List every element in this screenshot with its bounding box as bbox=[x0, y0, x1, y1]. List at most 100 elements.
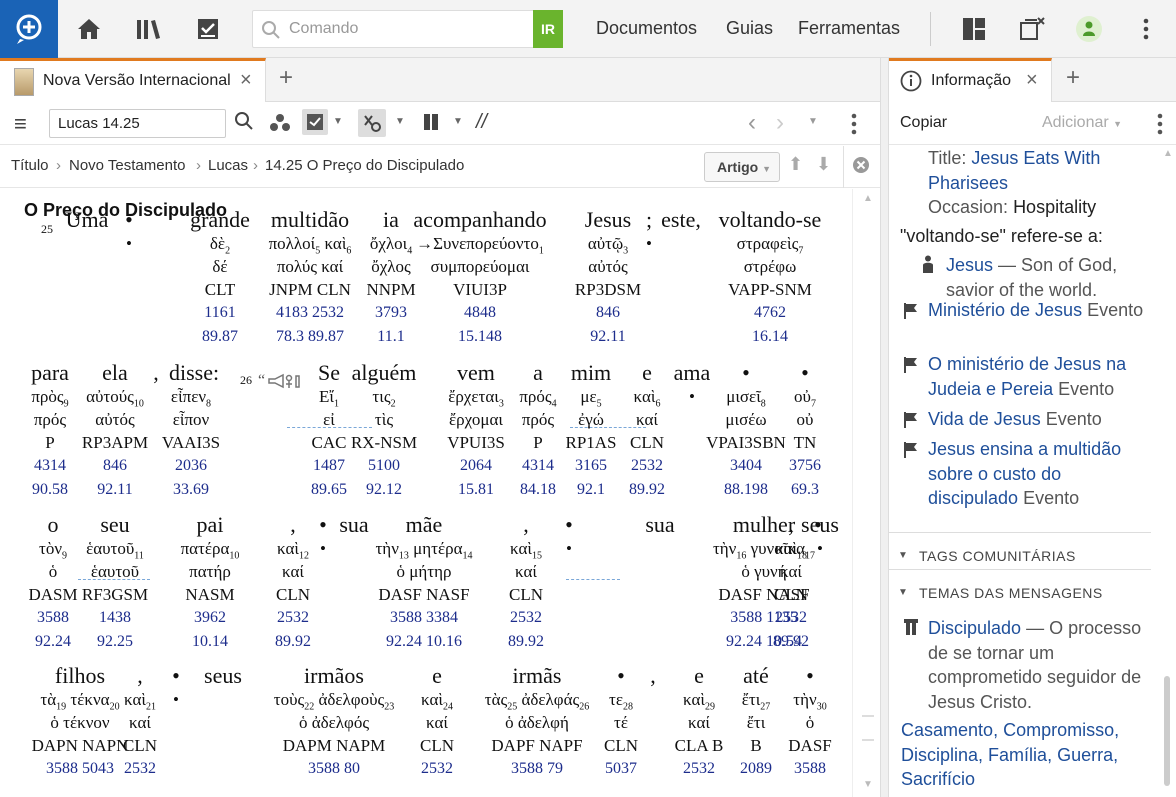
panel-menu-icon[interactable]: ≡ bbox=[14, 111, 27, 137]
add-tab-icon[interactable]: + bbox=[279, 64, 293, 92]
logos-logo-icon[interactable] bbox=[0, 0, 58, 58]
visual-filter-icon[interactable] bbox=[302, 109, 328, 135]
theme-tag-link[interactable]: Guerra bbox=[1057, 745, 1113, 765]
person-link[interactable]: Jesus bbox=[946, 255, 993, 275]
home-icon[interactable] bbox=[74, 14, 104, 44]
interlinear-word[interactable]: • • bbox=[565, 512, 573, 562]
interlinear-word[interactable]: : bbox=[213, 360, 219, 410]
breadcrumb-item[interactable]: Título bbox=[11, 157, 49, 174]
arrow-up-icon[interactable]: ⬆ bbox=[788, 154, 803, 175]
interlinear-word[interactable]: , bbox=[153, 360, 159, 410]
parallel-resources-icon[interactable] bbox=[269, 113, 291, 138]
theme-tag-link[interactable]: Disciplina bbox=[901, 745, 978, 765]
add-button[interactable]: Adicionar ▼ bbox=[1042, 114, 1122, 132]
theme-tag-link[interactable]: Sacrifício bbox=[901, 769, 975, 789]
interlinear-word[interactable]: e καὶ24 καί CLN 2532 bbox=[420, 663, 454, 784]
tab-informacao[interactable]: Informação × bbox=[889, 58, 1052, 102]
library-icon[interactable] bbox=[134, 14, 164, 44]
scroll-thumb[interactable] bbox=[862, 715, 874, 741]
interlinear-word[interactable]: até ἔτι27 ἔτι B 2089 bbox=[740, 663, 772, 784]
interlinear-word[interactable]: • • bbox=[319, 512, 327, 562]
interlinear-word[interactable]: Uma bbox=[66, 207, 109, 257]
interlinear-word[interactable]: • τὴν30 ὁ DASF 3588 bbox=[788, 663, 831, 784]
copy-button[interactable]: Copiar bbox=[900, 114, 947, 132]
message-themes-header[interactable]: ▼ TEMAS DAS MENSAGENS bbox=[889, 569, 1151, 605]
interlinear-word[interactable]: grande δὲ2 δέ CLT 1161 89.87 bbox=[190, 207, 250, 352]
tab-nova-versao[interactable]: Nova Versão Internacional × bbox=[0, 58, 266, 102]
interlinear-word[interactable]: para πρὸς9 πρός P 4314 90.58 bbox=[31, 360, 69, 505]
panel-splitter[interactable] bbox=[880, 58, 889, 797]
interlinear-word[interactable]: o τὸν9 ὁ DASM 3588 92.24 bbox=[28, 512, 77, 657]
menu-ferramentas[interactable]: Ferramentas bbox=[798, 18, 900, 39]
article-dropdown[interactable]: Artigo ▼ bbox=[704, 152, 780, 182]
interlinear-word[interactable]: mãe τὴν13 μητέρα14 ὁ μήτηρ DASF NASF 3588 33… bbox=[375, 512, 472, 657]
interlinear-word[interactable]: , bbox=[650, 663, 656, 713]
interlinear-word[interactable]: • τε28 τέ CLN 5037 bbox=[604, 663, 638, 784]
user-avatar-icon[interactable] bbox=[1076, 16, 1102, 42]
search-icon[interactable] bbox=[234, 111, 254, 136]
interlinear-word[interactable]: irmãos τοὺς22 ἀδελφοὺς23 ὁ ἀδελφός DAPM NAP… bbox=[274, 663, 395, 784]
interlinear-word[interactable]: seus • bbox=[801, 512, 839, 562]
info-scrollbar[interactable]: ▲ bbox=[1159, 146, 1176, 797]
history-chevron-icon[interactable]: ▼ bbox=[808, 116, 818, 127]
menu-documentos[interactable]: Documentos bbox=[596, 18, 697, 39]
interlinear-word[interactable]: ama • bbox=[674, 360, 711, 410]
interlinear-icon[interactable] bbox=[358, 109, 386, 137]
interlinear-word[interactable]: ela αὐτούς10 αὐτός RP3APM 846 92.11 bbox=[82, 360, 148, 505]
text-parallel-icon[interactable]: // bbox=[476, 111, 487, 134]
interlinear-word[interactable]: • οὐ7 οὐ TN 3756 69.3 bbox=[789, 360, 821, 505]
layouts-icon[interactable] bbox=[959, 14, 989, 44]
theme-tag-link[interactable]: Compromisso bbox=[1003, 720, 1114, 740]
interlinear-word[interactable]: Se Εἴ1 εἰ CAC 1487 89.65 bbox=[311, 360, 347, 505]
interlinear-word[interactable]: acompanhando →Συνεπορεύοντο1 συμπορεύομαι V… bbox=[413, 207, 546, 352]
chevron-down-icon[interactable]: ▼ bbox=[395, 116, 405, 127]
breadcrumb-item[interactable]: 14.25 O Preço do Discipulado bbox=[265, 157, 464, 174]
interlinear-word[interactable]: • • bbox=[172, 663, 180, 713]
interlinear-word[interactable]: seu ἑαυτοῦ11 ἑαυτοῦ RF3GSM 1438 92.25 bbox=[82, 512, 148, 657]
interlinear-word[interactable]: e καὶ6 καί CLN 2532 89.92 bbox=[629, 360, 665, 505]
interlinear-word[interactable]: • μισεῖ8 μισέω VPAI3SBN 3404 88.198 bbox=[706, 360, 786, 505]
speaker-icon[interactable] bbox=[267, 373, 303, 396]
interlinear-word[interactable]: irmãs τὰς25 ἀδελφάς26 ὁ ἀδελφή DAPF NAPF 358… bbox=[485, 663, 589, 784]
breadcrumb-item[interactable]: Novo Testamento bbox=[69, 157, 185, 174]
scroll-thumb[interactable] bbox=[1164, 676, 1170, 786]
reference-input[interactable] bbox=[49, 109, 226, 138]
interlinear-word[interactable]: ia ὄχλοι4 ὄχλος NNPM 3793 11.1 bbox=[366, 207, 415, 352]
interlinear-word[interactable]: vem ἔρχεται3 ἔρχομαι VPUI3S 2064 15.81 bbox=[447, 360, 505, 505]
community-tags-header[interactable]: ▼ TAGS COMUNITÁRIAS bbox=[889, 532, 1151, 568]
chevron-down-icon[interactable]: ▼ bbox=[333, 116, 343, 127]
close-icon[interactable]: × bbox=[240, 69, 252, 92]
interlinear-word[interactable]: voltando-se στραφεὶς7 στρέφω VAPP-SNM 4762 16… bbox=[719, 207, 822, 352]
add-tab-icon[interactable]: + bbox=[1066, 64, 1080, 92]
interlinear-word[interactable]: ; • bbox=[646, 207, 652, 257]
event-link[interactable]: Ministério de Jesus bbox=[928, 300, 1082, 320]
interlinear-word[interactable]: a πρός4 πρός P 4314 84.18 bbox=[519, 360, 556, 505]
event-link[interactable]: Vida de Jesus bbox=[928, 409, 1041, 429]
interlinear-word[interactable]: alguém τις2 τὶς RX-NSM 5100 92.12 bbox=[351, 360, 417, 505]
interlinear-word[interactable]: e καὶ29 καί CLA B 2532 bbox=[675, 663, 724, 784]
close-panels-icon[interactable] bbox=[1017, 14, 1047, 44]
theme-tag-link[interactable]: Família bbox=[988, 745, 1047, 765]
interlinear-word[interactable]: multidão πολλοί5 καὶ6 πολύς καί JNPM CLN 418… bbox=[269, 207, 352, 352]
clear-icon[interactable] bbox=[852, 156, 870, 178]
checklist-icon[interactable] bbox=[193, 14, 223, 44]
panel-more-icon[interactable] bbox=[851, 113, 857, 140]
columns-icon[interactable] bbox=[423, 113, 439, 136]
interlinear-word[interactable]: filhos τὰ19 τέκνα20 ὁ τέκνον DAPN NAPN 3588 … bbox=[32, 663, 129, 784]
interlinear-word[interactable]: sua bbox=[339, 512, 368, 562]
forward-icon[interactable]: › bbox=[776, 109, 784, 137]
breadcrumb-item[interactable]: Lucas bbox=[208, 157, 248, 174]
vertical-scrollbar[interactable]: ▲ ▼ bbox=[852, 189, 880, 797]
interlinear-word[interactable]: , καὶ15 καί CLN 2532 89.92 bbox=[508, 512, 544, 657]
interlinear-word[interactable]: mim με5 ἐγώ RP1AS 3165 92.1 bbox=[565, 360, 616, 505]
go-button[interactable]: IR bbox=[533, 10, 563, 48]
close-icon[interactable]: × bbox=[1026, 69, 1038, 92]
command-input[interactable] bbox=[289, 11, 529, 47]
chevron-down-icon[interactable]: ▼ bbox=[453, 116, 463, 127]
menu-guias[interactable]: Guias bbox=[726, 18, 773, 39]
interlinear-word[interactable]: sua bbox=[645, 512, 674, 562]
interlinear-word[interactable]: • • bbox=[125, 207, 133, 257]
interlinear-word[interactable]: , καὶ12 καί CLN 2532 89.92 bbox=[275, 512, 311, 657]
info-more-icon[interactable] bbox=[1157, 113, 1163, 140]
more-menu-icon[interactable] bbox=[1131, 14, 1161, 44]
